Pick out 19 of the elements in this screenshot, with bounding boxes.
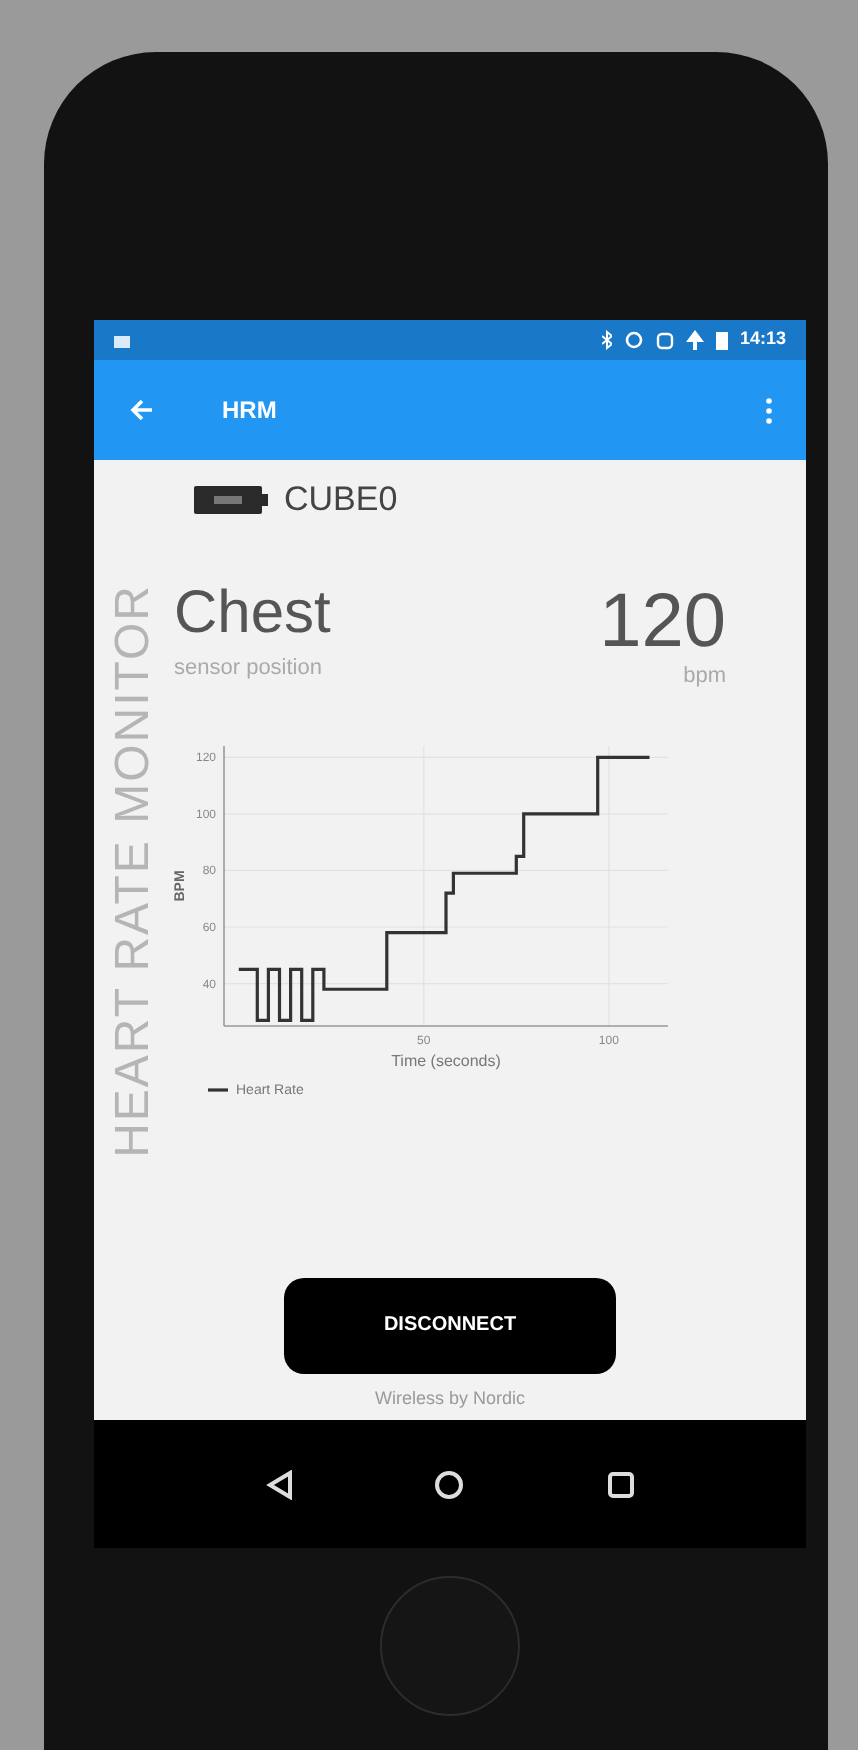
- recents-square-icon: [607, 1471, 634, 1497]
- more-icon: [765, 397, 771, 423]
- footer-text: Wireless by Nordic: [374, 1385, 525, 1412]
- heart-rate-unit: bpm: [683, 662, 726, 692]
- home-circle-icon: [434, 1469, 465, 1499]
- battery-level-icon: [194, 486, 268, 514]
- heart-rate-value: 120: [599, 584, 726, 660]
- back-arrow-icon: [130, 398, 154, 422]
- sensor-position-caption: sensor position: [174, 654, 324, 684]
- x-axis-title: Time (seconds): [391, 1051, 501, 1069]
- app-title: HRM: [222, 394, 279, 428]
- battery-icon: [715, 330, 728, 350]
- bluetooth-icon: [601, 330, 612, 350]
- back-triangle-icon: [265, 1469, 294, 1499]
- vertical-title: HEART RATE MONITOR: [110, 584, 158, 1158]
- sensor-position: Chest: [174, 584, 331, 644]
- status-time: 14:13: [739, 326, 786, 353]
- device-name: CUBE0: [284, 478, 398, 523]
- disconnect-button[interactable]: DISCONNECT: [284, 1277, 616, 1373]
